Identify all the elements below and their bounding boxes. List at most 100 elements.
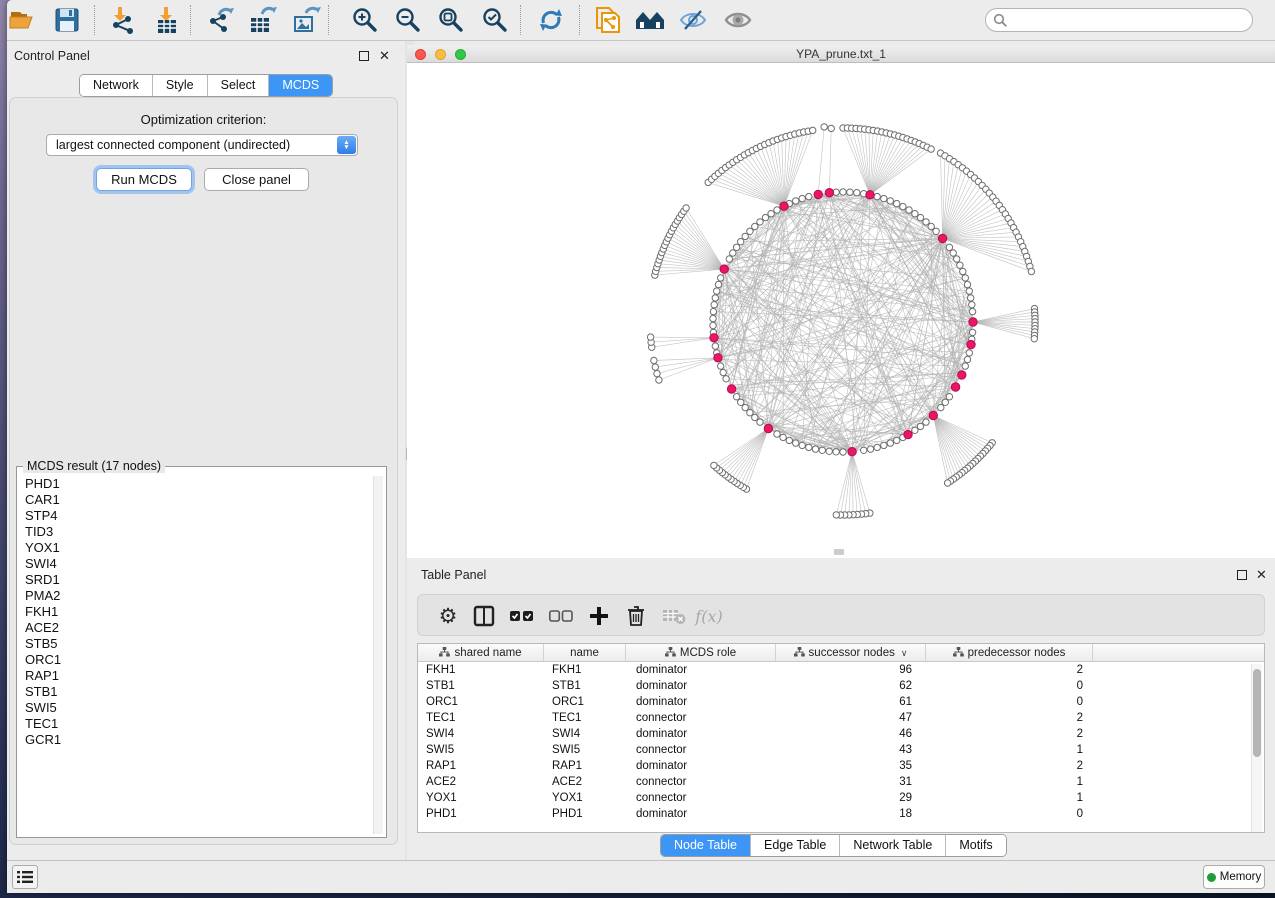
close-table-panel-icon[interactable]: ✕ [1256,570,1267,580]
mcds-result-item[interactable]: SRD1 [18,572,373,588]
network-node[interactable] [946,394,952,400]
network-node[interactable] [966,288,972,294]
network-node[interactable] [799,442,805,448]
network-node[interactable] [900,203,906,209]
import-table-icon[interactable] [150,3,184,37]
network-node[interactable] [933,228,939,234]
network-node[interactable] [720,369,726,375]
network-node[interactable] [833,449,839,455]
close-panel-button[interactable]: Close panel [204,168,309,191]
network-node[interactable] [757,419,763,425]
mcds-result-item[interactable]: STB1 [18,684,373,700]
network-hub-node[interactable] [938,234,946,242]
network-node[interactable] [944,480,950,486]
mcds-list-scrollbar[interactable] [373,476,383,834]
network-node[interactable] [780,434,786,440]
network-node[interactable] [964,281,970,287]
network-node[interactable] [718,275,724,281]
network-node[interactable] [960,268,966,274]
network-node[interactable] [711,462,717,468]
network-canvas[interactable] [407,63,1275,558]
mcds-result-item[interactable]: TID3 [18,524,373,540]
column-header-name[interactable]: name [544,644,626,662]
network-node[interactable] [718,363,724,369]
mcds-result-item[interactable]: TEC1 [18,716,373,732]
network-node[interactable] [710,315,716,321]
network-node[interactable] [912,427,918,433]
network-node[interactable] [964,356,970,362]
network-node[interactable] [840,449,846,455]
show-all-icon[interactable] [721,3,755,37]
network-node[interactable] [906,207,912,213]
delete-column-icon[interactable] [621,601,651,631]
clone-network-icon[interactable] [590,3,624,37]
network-node[interactable] [810,127,816,133]
network-node[interactable] [738,399,744,405]
network-node[interactable] [969,308,975,314]
network-node[interactable] [742,233,748,239]
network-node[interactable] [647,334,653,340]
table-scrollbar[interactable] [1251,664,1262,832]
mcds-result-item[interactable]: PHD1 [18,476,373,492]
mcds-result-item[interactable]: GCR1 [18,732,373,748]
zoom-in-icon[interactable] [348,3,382,37]
network-node[interactable] [712,295,718,301]
tab-motifs[interactable]: Motifs [946,835,1005,856]
network-node[interactable] [969,329,975,335]
network-hub-node[interactable] [720,265,728,273]
zoom-fit-icon[interactable] [434,3,468,37]
network-node[interactable] [757,219,763,225]
network-node[interactable] [942,399,948,405]
network-node[interactable] [683,205,689,211]
table-row[interactable]: STB1STB1dominator620 [418,678,1264,694]
network-node[interactable] [723,376,729,382]
mcds-result-item[interactable]: FKH1 [18,604,373,620]
network-node[interactable] [954,256,960,262]
network-node[interactable] [806,193,812,199]
float-table-panel-icon[interactable] [1237,570,1247,580]
network-node[interactable] [854,190,860,196]
network-node[interactable] [799,195,805,201]
network-hub-node[interactable] [951,383,959,391]
network-node[interactable] [710,322,716,328]
mcds-result-item[interactable]: SWI5 [18,700,373,716]
network-node[interactable] [742,404,748,410]
table-scrollbar-thumb[interactable] [1253,669,1261,757]
network-hub-node[interactable] [866,191,874,199]
network-node[interactable] [962,275,968,281]
network-titlebar[interactable]: YPA_prune.txt_1 [407,45,1275,63]
network-node[interactable] [768,211,774,217]
criterion-dropdown[interactable]: largest connected component (undirected)… [46,134,358,156]
table-row[interactable]: ORC1ORC1dominator610 [418,694,1264,710]
mcds-result-item[interactable]: STP4 [18,508,373,524]
network-node[interactable] [861,447,867,453]
hide-selected-icon[interactable] [676,3,710,37]
table-row[interactable]: FKH1FKH1dominator962 [418,662,1264,678]
network-node[interactable] [747,410,753,416]
show-columns-icon[interactable] [469,601,499,631]
network-node[interactable] [786,437,792,443]
network-node[interactable] [733,394,739,400]
table-row[interactable]: YOX1YOX1connector291 [418,790,1264,806]
search-field[interactable] [985,8,1253,32]
mcds-result-item[interactable]: ACE2 [18,620,373,636]
table-row[interactable]: RAP1RAP1dominator352 [418,758,1264,774]
network-node[interactable] [917,423,923,429]
tab-edge-table[interactable]: Edge Table [751,835,840,856]
tab-network[interactable]: Network [80,75,153,96]
mcds-result-item[interactable]: SWI4 [18,556,373,572]
close-panel-icon[interactable]: ✕ [379,51,390,61]
network-node[interactable] [874,444,880,450]
import-network-icon[interactable] [106,3,140,37]
tab-node-table[interactable]: Node Table [661,835,751,856]
network-node[interactable] [938,404,944,410]
save-session-icon[interactable] [50,3,84,37]
network-node[interactable] [874,193,880,199]
tab-select[interactable]: Select [208,75,270,96]
network-node[interactable] [774,207,780,213]
mcds-result-item[interactable]: YOX1 [18,540,373,556]
node-table[interactable]: shared namenameMCDS rolesuccessor nodes∨… [417,643,1265,833]
network-node[interactable] [928,146,934,152]
network-node[interactable] [969,302,975,308]
network-node[interactable] [847,189,853,195]
